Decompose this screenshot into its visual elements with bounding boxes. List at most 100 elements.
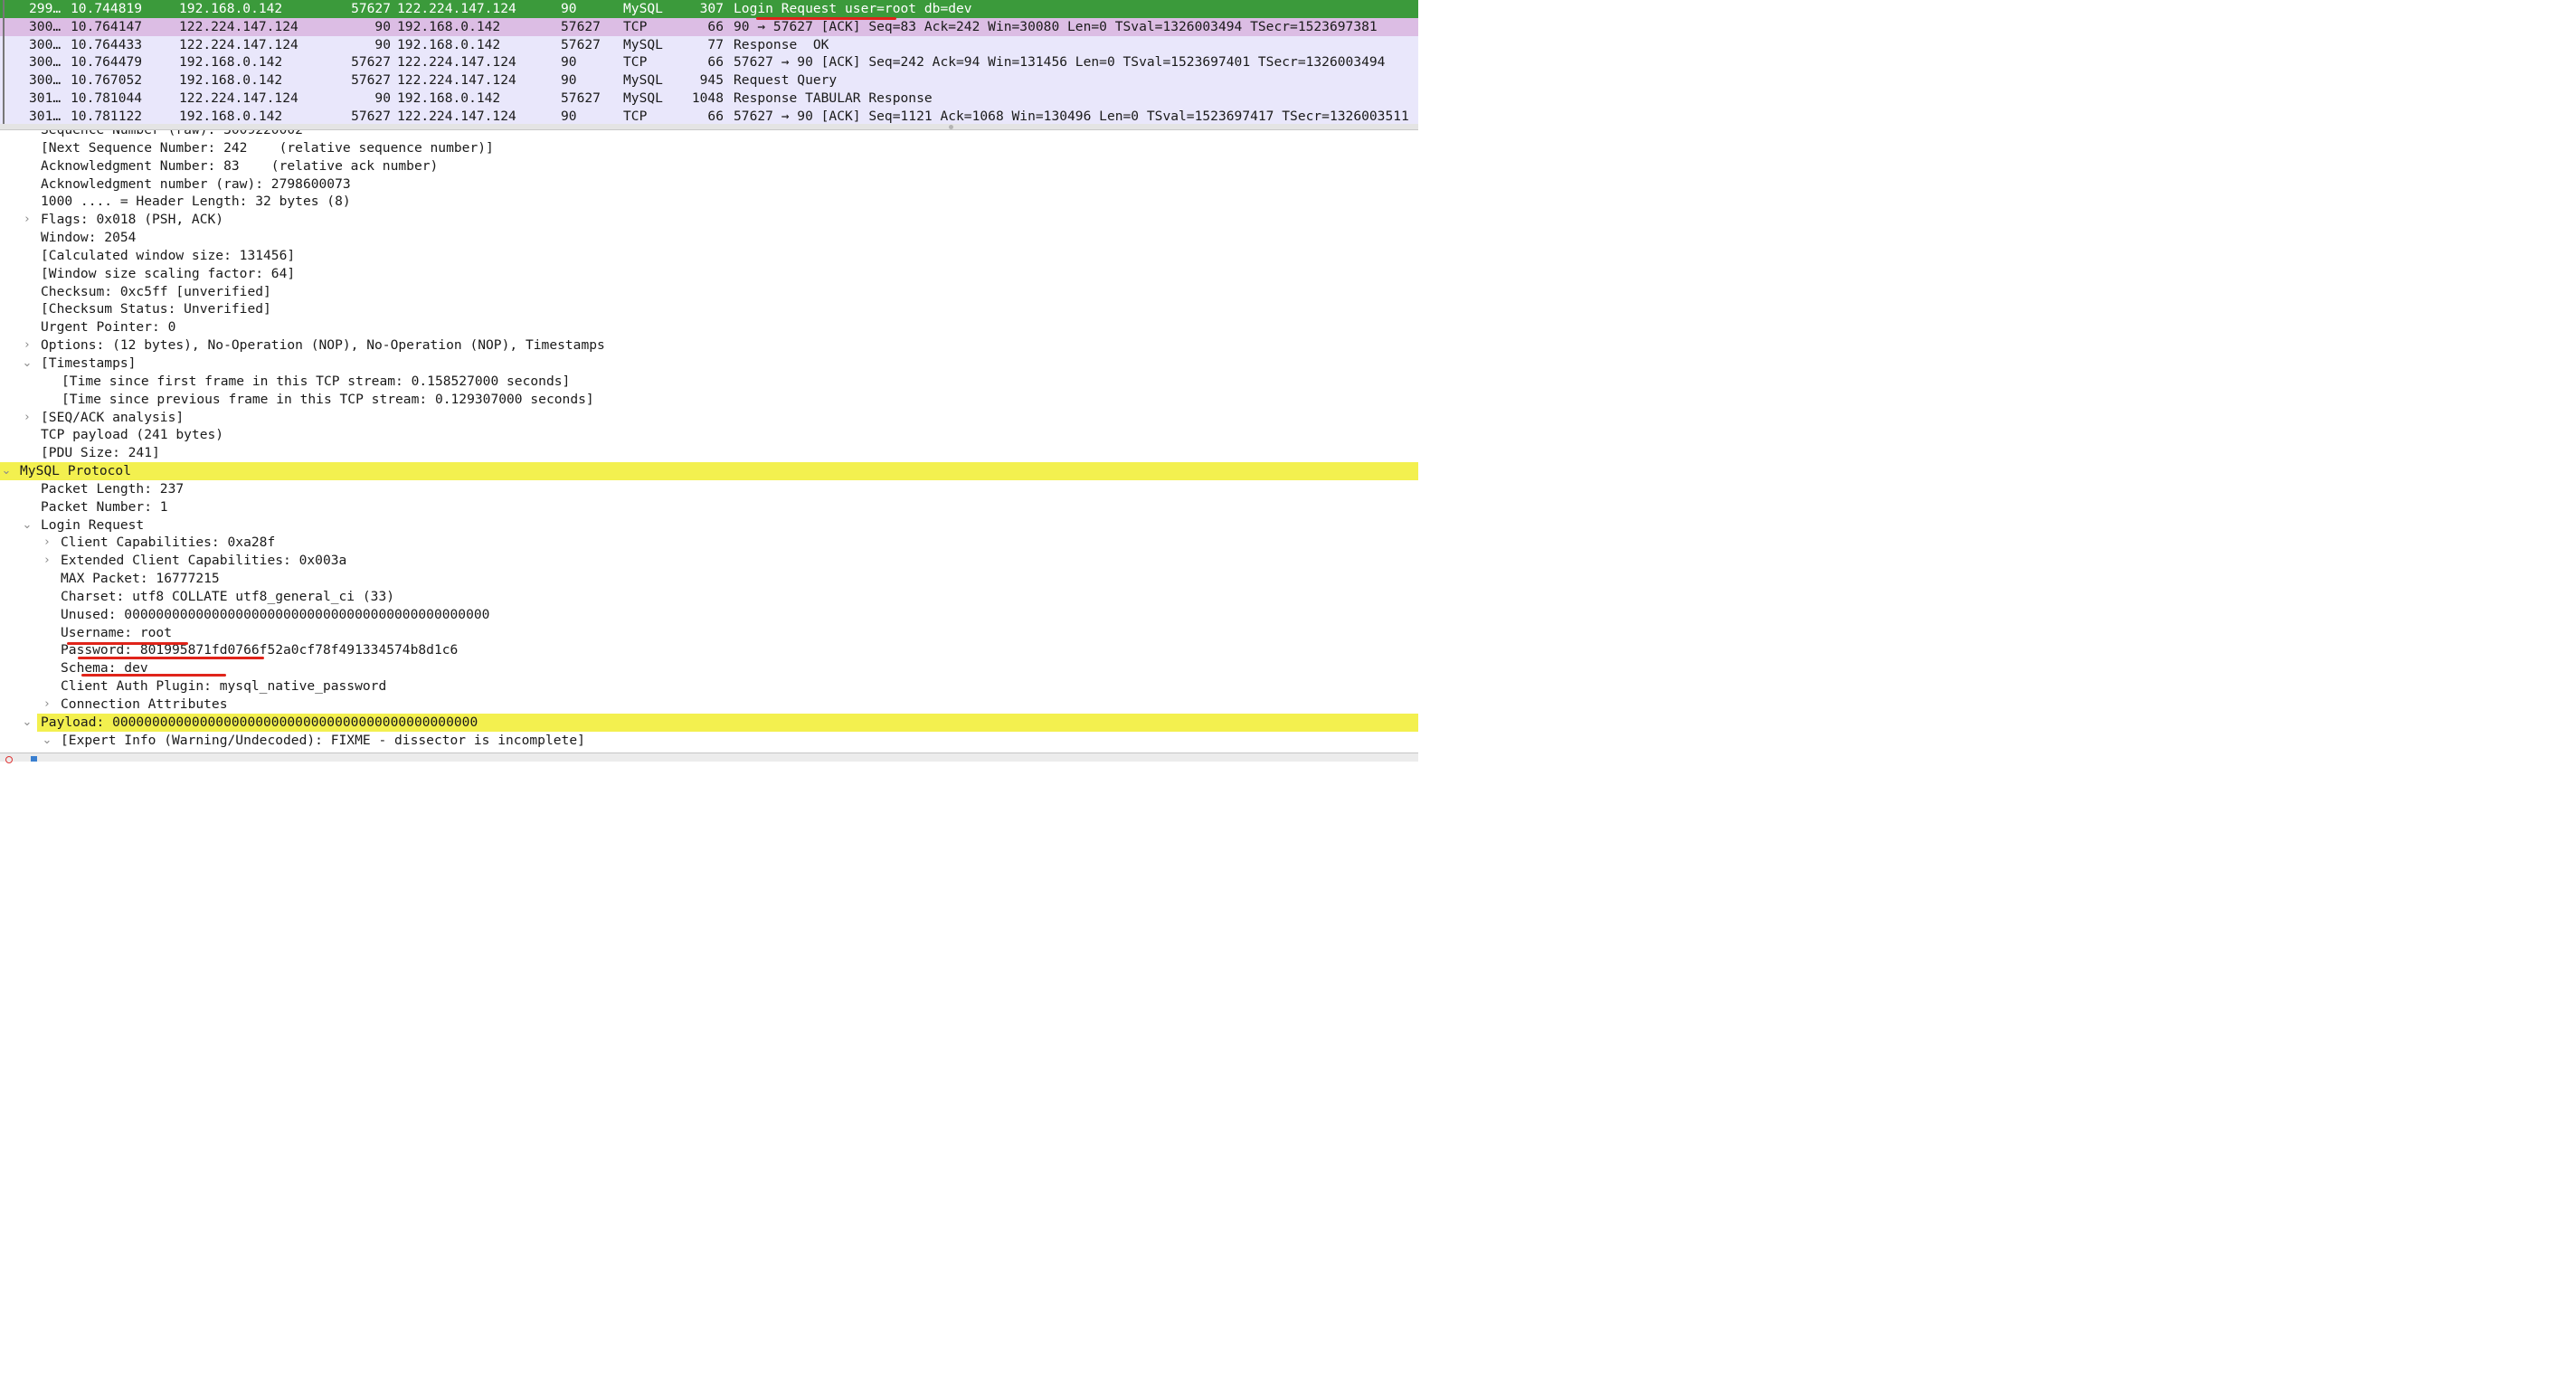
tree-item-login-request[interactable]: ⌄ Login Request: [0, 516, 1418, 535]
packet-length: 66: [707, 18, 724, 34]
expert-info-icon[interactable]: [5, 756, 13, 763]
tree-item[interactable]: Urgent Pointer: 0: [0, 318, 1418, 336]
tree-item-label: Charset: utf8 COLLATE utf8_general_ci (3…: [61, 588, 395, 604]
packet-protocol: MySQL: [623, 90, 663, 106]
tree-item-payload[interactable]: ⌄ Payload: 000000000000000000000000000000…: [0, 713, 1418, 732]
annotation-underline: [78, 657, 264, 659]
packet-source-port: 57627: [351, 72, 391, 89]
packet-row[interactable]: 300… 10.764147 122.224.147.124 90 192.16…: [0, 17, 1418, 36]
tree-item-label: Acknowledgment number (raw): 2798600073: [41, 175, 351, 192]
chevron-down-icon[interactable]: ⌄: [22, 516, 33, 535]
packet-number: 299…: [29, 1, 62, 16]
status-bar: [0, 753, 1418, 763]
packet-row-login-request[interactable]: 299… 10.744819 192.168.0.142 57627 122.2…: [0, 0, 1418, 18]
tree-item-username[interactable]: Username: root: [0, 624, 1418, 642]
tree-item-connection-attributes[interactable]: › Connection Attributes: [0, 696, 1418, 714]
tree-item[interactable]: [Checksum Status: Unverified]: [0, 300, 1418, 318]
tree-item-label: Window: 2054: [41, 230, 137, 246]
packet-row[interactable]: 300… 10.764479 192.168.0.142 57627 122.2…: [0, 53, 1418, 72]
capture-file-icon[interactable]: [31, 756, 37, 762]
tree-item[interactable]: [Time since first frame in this TCP stre…: [0, 373, 1418, 391]
tree-item-flags[interactable]: › Flags: 0x018 (PSH, ACK): [0, 211, 1418, 229]
tree-item-label: MAX Packet: 16777215: [61, 571, 220, 587]
packet-number: 301…: [29, 90, 62, 106]
related-packet-marker: [3, 0, 5, 18]
related-packet-marker: [3, 107, 5, 124]
packet-source: 122.224.147.124: [179, 36, 298, 52]
pane-splitter[interactable]: [0, 124, 1418, 130]
packet-row[interactable]: 300… 10.767052 192.168.0.142 57627 122.2…: [0, 71, 1418, 90]
packet-info: Response TABULAR Response: [734, 90, 933, 106]
packet-protocol: TCP: [623, 108, 648, 124]
tree-item-label: TCP payload (241 bytes): [41, 427, 224, 443]
chevron-right-icon[interactable]: ›: [22, 409, 33, 427]
tree-item[interactable]: [Time since previous frame in this TCP s…: [0, 391, 1418, 409]
tree-item-label: Checksum: 0xc5ff [unverified]: [41, 283, 271, 299]
tree-item[interactable]: MAX Packet: 16777215: [0, 570, 1418, 588]
packet-time: 10.764147: [71, 18, 143, 34]
tree-item[interactable]: Sequence Number (raw): 3009220002: [0, 130, 1418, 139]
tree-item[interactable]: [PDU Size: 241]: [0, 444, 1418, 462]
tree-item-label: [Timestamps]: [41, 355, 137, 371]
tree-item-label: Packet Number: 1: [41, 498, 168, 515]
tree-item-options[interactable]: › Options: (12 bytes), No-Operation (NOP)…: [0, 336, 1418, 355]
packet-source-port: 57627: [351, 108, 391, 124]
packet-row[interactable]: 300… 10.764433 122.224.147.124 90 192.16…: [0, 35, 1418, 54]
tree-item[interactable]: [Window size scaling factor: 64]: [0, 265, 1418, 283]
tree-item-mysql-protocol[interactable]: ⌄ MySQL Protocol: [0, 462, 1418, 480]
tree-item[interactable]: Charset: utf8 COLLATE utf8_general_ci (3…: [0, 588, 1418, 606]
packet-list[interactable]: 299… 10.744819 192.168.0.142 57627 122.2…: [0, 0, 1418, 124]
packet-row[interactable]: 301… 10.781122 192.168.0.142 57627 122.2…: [0, 107, 1418, 124]
chevron-down-icon[interactable]: ⌄: [42, 732, 52, 750]
tree-item[interactable]: Acknowledgment Number: 83 (relative ack …: [0, 157, 1418, 175]
packet-info: Request Query: [734, 72, 838, 89]
tree-item[interactable]: Packet Length: 237: [0, 480, 1418, 498]
tree-item-label: Extended Client Capabilities: 0x003a: [61, 553, 347, 569]
packet-destination-port: 57627: [561, 90, 601, 106]
tree-item[interactable]: 1000 .... = Header Length: 32 bytes (8): [0, 193, 1418, 211]
packet-destination: 192.168.0.142: [397, 36, 501, 52]
chevron-down-icon[interactable]: ⌄: [22, 714, 33, 732]
packet-source-port: 57627: [351, 54, 391, 71]
related-packet-marker: [3, 71, 5, 90]
tree-item-seq-ack[interactable]: › [SEQ/ACK analysis]: [0, 409, 1418, 427]
related-packet-marker: [3, 35, 5, 54]
packet-time: 10.781044: [71, 90, 143, 106]
packet-length: 66: [707, 108, 724, 124]
tree-item[interactable]: Acknowledgment number (raw): 2798600073: [0, 175, 1418, 194]
tree-item-label: Client Capabilities: 0xa28f: [61, 535, 276, 551]
packet-source-port: 90: [374, 36, 391, 52]
packet-time: 10.764479: [71, 54, 143, 71]
tree-item-client-caps[interactable]: › Client Capabilities: 0xa28f: [0, 534, 1418, 552]
chevron-right-icon[interactable]: ›: [42, 696, 52, 714]
annotation-underline: [756, 17, 896, 20]
chevron-down-icon[interactable]: ⌄: [1, 462, 12, 480]
chevron-right-icon[interactable]: ›: [22, 336, 33, 355]
tree-item-expert-info[interactable]: ⌄ [Expert Info (Warning/Undecoded): FIXME…: [0, 732, 1418, 750]
tree-item-label: Flags: 0x018 (PSH, ACK): [41, 212, 224, 228]
tree-item-label: Username: root: [61, 624, 173, 640]
packet-info: 90 → 57627 [ACK] Seq=83 Ack=242 Win=3008…: [734, 18, 1378, 34]
tree-item[interactable]: TCP payload (241 bytes): [0, 426, 1418, 444]
tree-item-timestamps[interactable]: ⌄ [Timestamps]: [0, 355, 1418, 373]
tree-item[interactable]: Checksum: 0xc5ff [unverified]: [0, 283, 1418, 301]
tree-item[interactable]: Unused: 00000000000000000000000000000000…: [0, 606, 1418, 624]
tree-item[interactable]: [Calculated window size: 131456]: [0, 247, 1418, 265]
chevron-down-icon[interactable]: ⌄: [22, 355, 33, 373]
packet-destination: 122.224.147.124: [397, 54, 516, 71]
splitter-handle-icon[interactable]: [949, 125, 953, 129]
packet-time: 10.767052: [71, 72, 143, 89]
tree-item[interactable]: [Next Sequence Number: 242 (relative seq…: [0, 139, 1418, 157]
tree-item[interactable]: Window: 2054: [0, 229, 1418, 247]
packet-protocol: TCP: [623, 54, 648, 71]
tree-item[interactable]: Packet Number: 1: [0, 498, 1418, 516]
chevron-right-icon[interactable]: ›: [42, 534, 52, 552]
tree-item[interactable]: Client Auth Plugin: mysql_native_passwor…: [0, 677, 1418, 696]
tree-item-label: [Expert Info (Warning/Undecoded): FIXME …: [61, 732, 585, 748]
chevron-right-icon[interactable]: ›: [22, 211, 33, 229]
tree-item-ext-client-caps[interactable]: › Extended Client Capabilities: 0x003a: [0, 552, 1418, 570]
tree-item-label: Acknowledgment Number: 83 (relative ack …: [41, 157, 439, 174]
chevron-right-icon[interactable]: ›: [42, 552, 52, 570]
packet-source: 192.168.0.142: [179, 1, 283, 16]
packet-row[interactable]: 301… 10.781044 122.224.147.124 90 192.16…: [0, 89, 1418, 108]
